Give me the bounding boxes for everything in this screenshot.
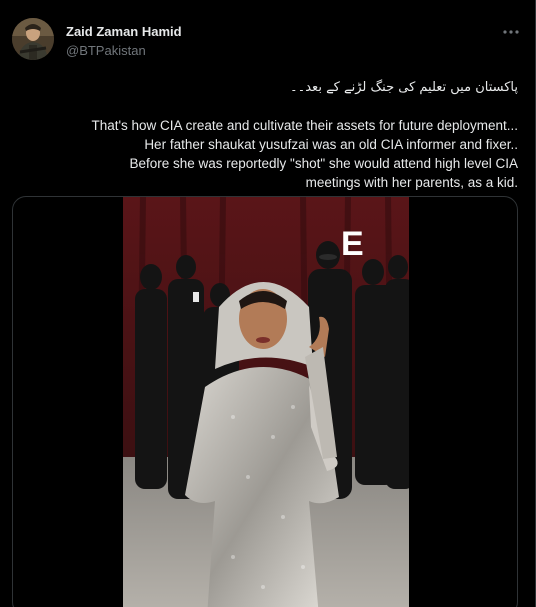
- tweet-text: پاکستان میں تعلیم کی جنگ لڑنے کے بعد۔۔ T…: [13, 78, 518, 192]
- tweet-line-4: meetings with her parents, as a kid.: [305, 175, 518, 190]
- tweet-line-3: Before she was reportedly "shot" she wou…: [129, 156, 518, 171]
- tweet-urdu-line: پاکستان میں تعلیم کی جنگ لڑنے کے بعد۔۔: [289, 80, 518, 95]
- more-options-icon[interactable]: [498, 22, 524, 42]
- tweet-line-2: Her father shaukat yusufzai was an old C…: [144, 137, 518, 152]
- tweet-line-1: That's how CIA create and cultivate thei…: [91, 118, 518, 133]
- author-avatar[interactable]: [12, 18, 54, 60]
- e-network-watermark: E: [341, 225, 364, 263]
- tweet-media-video[interactable]: E: [12, 196, 518, 607]
- author-handle[interactable]: @BTPakistan: [66, 43, 146, 58]
- avatar-image: [12, 18, 54, 60]
- tweet-card[interactable]: Zaid Zaman Hamid @BTPakistan پاکستان میں…: [0, 0, 536, 607]
- author-display-name[interactable]: Zaid Zaman Hamid: [66, 24, 182, 39]
- video-frame[interactable]: E: [123, 197, 409, 607]
- video-still-image: [123, 197, 409, 607]
